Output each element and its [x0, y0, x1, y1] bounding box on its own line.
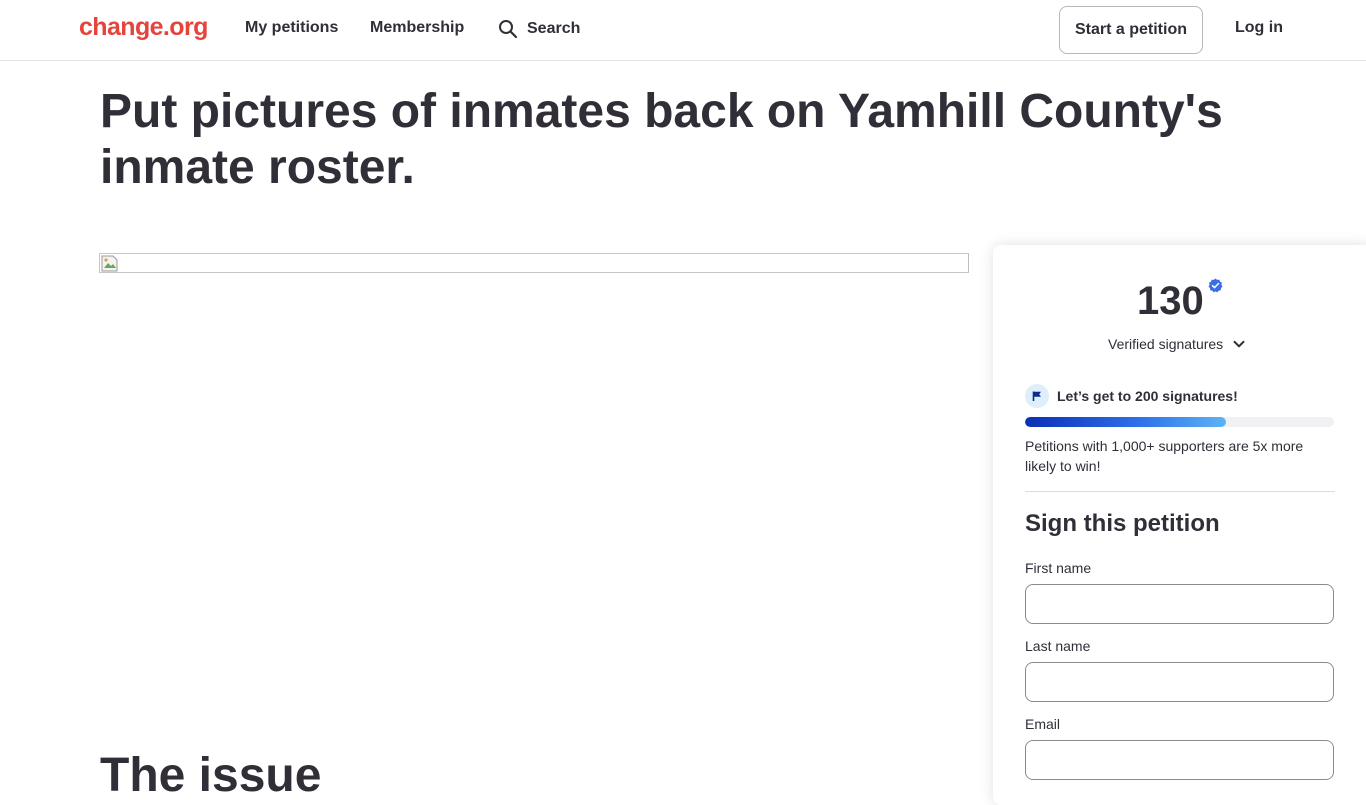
issue-heading: The issue: [100, 749, 322, 802]
signature-goal-row: Let’s get to 200 signatures!: [1025, 384, 1238, 408]
verified-check-icon: [1208, 278, 1223, 293]
search-label: Search: [527, 20, 581, 37]
email-input[interactable]: [1025, 740, 1334, 780]
verified-signatures-toggle[interactable]: Verified signatures: [1108, 336, 1246, 352]
chevron-down-icon: [1233, 340, 1245, 348]
sign-petition-heading: Sign this petition: [1025, 510, 1220, 537]
top-navigation-bar: change.org My petitions Membership Searc…: [0, 0, 1366, 61]
nav-search[interactable]: Search: [498, 19, 580, 39]
last-name-input[interactable]: [1025, 662, 1334, 702]
supporters-note: Petitions with 1,000+ supporters are 5x …: [1025, 438, 1304, 474]
card-divider: [1025, 491, 1335, 492]
first-name-label: First name: [1025, 560, 1092, 576]
log-in-link[interactable]: Log in: [1235, 19, 1283, 37]
petition-title: Put pictures of inmates back on Yamhill …: [100, 85, 1223, 194]
email-label: Email: [1025, 716, 1061, 732]
flag-icon: [1032, 391, 1041, 401]
search-icon: [499, 20, 518, 39]
verified-signatures-label: Verified signatures: [1108, 336, 1224, 352]
signature-progress-bar: [1025, 417, 1334, 427]
flag-badge: [1025, 384, 1049, 408]
signature-progress-fill: [1025, 417, 1226, 427]
change-org-logo[interactable]: change.org: [79, 13, 208, 42]
petition-hero-image: [99, 253, 969, 273]
nav-my-petitions[interactable]: My petitions: [245, 19, 338, 37]
signature-count: 130: [1137, 279, 1204, 323]
signature-goal-text: Let’s get to 200 signatures!: [1057, 388, 1238, 404]
signature-count-block: 130: [1137, 278, 1223, 324]
first-name-input[interactable]: [1025, 584, 1334, 624]
last-name-label: Last name: [1025, 638, 1091, 654]
start-petition-button[interactable]: Start a petition: [1059, 6, 1203, 54]
nav-membership[interactable]: Membership: [370, 19, 464, 37]
broken-image-icon: [101, 255, 118, 272]
